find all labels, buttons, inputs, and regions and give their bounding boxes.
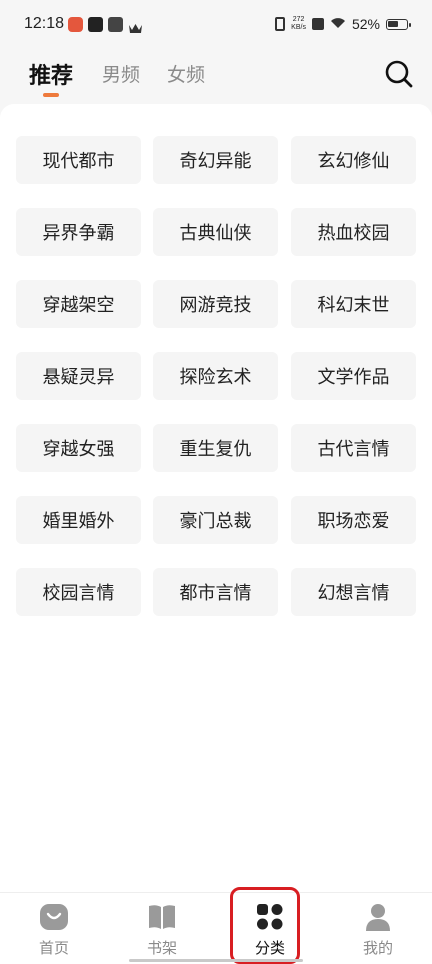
category-item[interactable]: 职场恋爱 <box>291 496 416 544</box>
nav-category-label: 分类 <box>254 939 285 957</box>
status-app-icons <box>68 17 143 33</box>
network-speed-value: 272 <box>292 16 305 23</box>
category-item[interactable]: 穿越架空 <box>16 280 141 328</box>
category-item[interactable]: 古典仙侠 <box>153 208 278 256</box>
battery-icon <box>386 18 411 30</box>
tab-female[interactable]: 女频 <box>167 60 205 87</box>
profile-icon <box>363 903 393 931</box>
top-tabs: 推荐 男频 女频 <box>0 50 432 100</box>
category-item[interactable]: 悬疑灵异 <box>16 352 141 400</box>
category-item[interactable]: 婚里婚外 <box>16 496 141 544</box>
category-item[interactable]: 古代言情 <box>291 424 416 472</box>
app-notification-icon <box>68 17 83 32</box>
category-icon <box>255 903 285 931</box>
status-time: 12:18 <box>24 15 65 32</box>
battery-percent: 52% <box>351 16 380 32</box>
nav-profile-label: 我的 <box>362 939 393 957</box>
gesture-home-bar[interactable] <box>129 959 303 962</box>
category-item[interactable]: 网游竞技 <box>153 280 278 328</box>
category-panel: 现代都市 奇幻异能 玄幻修仙 异界争霸 古典仙侠 热血校园 穿越架空 网游竞技 … <box>0 104 432 892</box>
active-tab-indicator <box>43 93 59 97</box>
category-item[interactable]: 探险玄术 <box>153 352 278 400</box>
nav-home[interactable]: 首页 <box>0 893 108 964</box>
status-right: 272 KB/s 52% <box>275 16 411 32</box>
category-item[interactable]: 校园言情 <box>16 568 141 616</box>
category-item[interactable]: 穿越女强 <box>16 424 141 472</box>
category-item[interactable]: 都市言情 <box>153 568 278 616</box>
nav-profile[interactable]: 我的 <box>324 893 432 964</box>
category-item[interactable]: 异界争霸 <box>16 208 141 256</box>
category-item[interactable]: 奇幻异能 <box>153 136 278 184</box>
category-item[interactable]: 文学作品 <box>291 352 416 400</box>
category-item[interactable]: 热血校园 <box>291 208 416 256</box>
category-item[interactable]: 幻想言情 <box>291 568 416 616</box>
nav-category[interactable]: 分类 <box>216 893 324 964</box>
category-item[interactable]: 科幻末世 <box>291 280 416 328</box>
nav-home-label: 首页 <box>38 939 69 957</box>
status-bar: 12:18 272 KB/s 52% <box>0 0 432 50</box>
category-item[interactable]: 玄幻修仙 <box>291 136 416 184</box>
tab-male[interactable]: 男频 <box>102 60 140 87</box>
category-item[interactable]: 豪门总裁 <box>153 496 278 544</box>
app-notification-icon <box>108 17 123 32</box>
home-icon <box>39 903 69 931</box>
network-speed: 272 KB/s <box>291 16 306 32</box>
sim-icon <box>311 18 324 30</box>
category-item[interactable]: 重生复仇 <box>153 424 278 472</box>
category-item[interactable]: 现代都市 <box>16 136 141 184</box>
tiktok-icon <box>88 17 103 32</box>
bookshelf-icon <box>147 903 177 931</box>
nav-bookshelf-label: 书架 <box>146 939 177 957</box>
network-speed-unit: KB/s <box>291 24 306 31</box>
tab-recommend[interactable]: 推荐 <box>29 58 73 90</box>
nav-bookshelf[interactable]: 书架 <box>108 893 216 964</box>
wifi-icon <box>330 16 346 32</box>
vibrate-icon <box>275 17 286 31</box>
crown-icon <box>128 19 143 33</box>
search-icon[interactable] <box>384 59 414 89</box>
bottom-nav: 首页 书架 分类 我的 <box>0 892 432 964</box>
